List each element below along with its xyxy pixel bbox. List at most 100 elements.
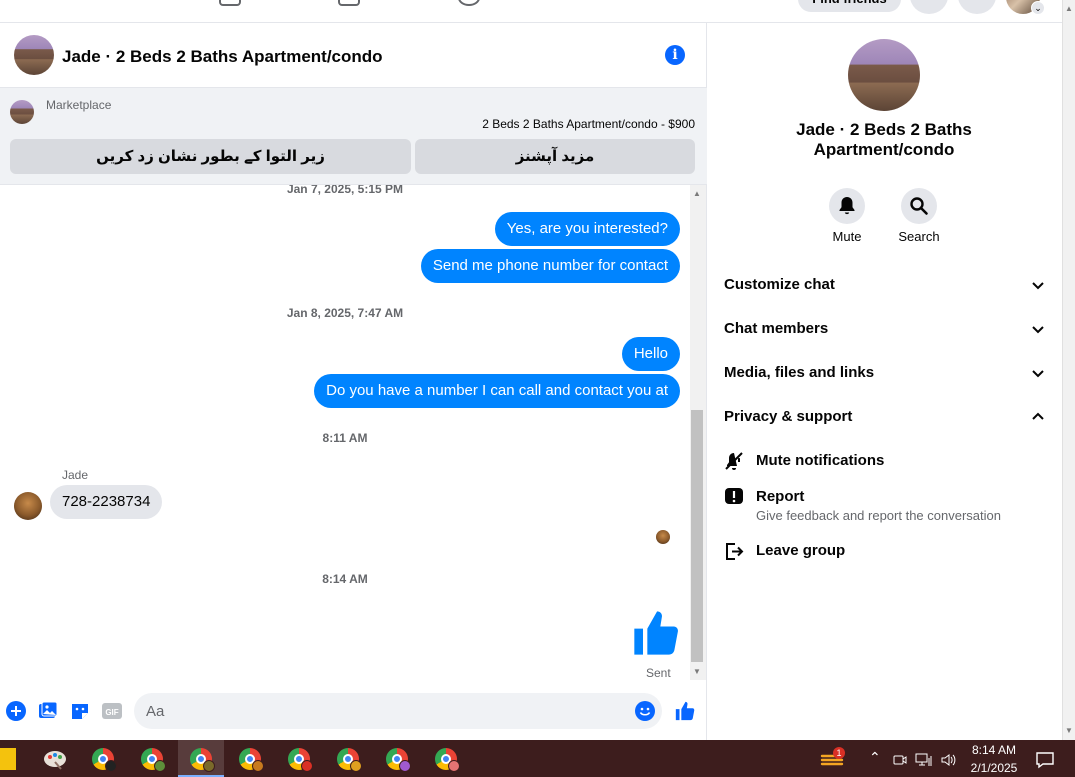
taskbar-chrome[interactable] [374, 740, 420, 777]
bell-icon [839, 197, 855, 215]
window-scrollbar[interactable]: ▲ ▼ [1062, 0, 1075, 740]
details-title: Jade · 2 Beds 2 Baths Apartment/condo [796, 120, 972, 159]
option-label: Mute notifications [756, 452, 885, 469]
thumbs-up-sticker-icon[interactable] [630, 607, 682, 659]
groups-nav-icon[interactable] [338, 0, 360, 6]
listing-thumbnail[interactable] [10, 100, 34, 124]
option-label: Leave group [756, 542, 846, 559]
chat-avatar[interactable] [14, 35, 54, 75]
scrollbar-thumb[interactable] [691, 410, 703, 662]
section-customize-chat[interactable]: Customize chat [724, 273, 1046, 297]
section-privacy-support[interactable]: Privacy & support [724, 405, 1046, 429]
clock-time[interactable]: 8:14 AM [966, 743, 1022, 757]
message-list: Jan 7, 2025, 5:15 PM Yes, are you intere… [0, 185, 690, 680]
profile-badge-icon [252, 760, 264, 772]
profile-badge-icon [105, 760, 117, 772]
weather-widget[interactable]: 1 [820, 747, 845, 768]
leave-group-option[interactable]: Leave group [724, 541, 1046, 563]
timestamp: 8:14 AM [322, 572, 368, 586]
message-status: Sent [646, 666, 671, 680]
option-description: Give feedback and report the conversatio… [756, 508, 1001, 523]
scroll-down-arrow-icon[interactable]: ▼ [692, 667, 702, 676]
incoming-message[interactable]: 728-2238734 [50, 485, 163, 519]
profile-nav-icon[interactable] [458, 0, 480, 6]
taskbar-chrome[interactable] [276, 740, 322, 777]
outgoing-message[interactable]: Yes, are you interested? [494, 212, 680, 246]
clock-date[interactable]: 2/1/2025 [966, 761, 1022, 775]
taskbar-chrome[interactable] [227, 740, 273, 777]
windows-taskbar: 1 ⌃ 8:14 AM 2/1/2025 [0, 740, 1075, 777]
message-scrollbar[interactable]: ▲ ▼ [690, 185, 706, 680]
notifications-button[interactable] [958, 0, 996, 14]
plus-icon[interactable] [6, 701, 26, 721]
like-send-icon[interactable] [674, 700, 696, 722]
section-label: Customize chat [724, 276, 835, 293]
chat-pane: Jade · 2 Beds 2 Baths Apartment/condo i … [0, 23, 707, 740]
scroll-up-arrow-icon[interactable]: ▲ [1064, 4, 1074, 13]
paint-icon [44, 751, 66, 770]
search-button[interactable] [901, 188, 937, 224]
sticky-notes-icon[interactable] [0, 748, 16, 770]
profile-badge-icon [301, 760, 313, 772]
bell-off-icon [725, 452, 743, 470]
section-media-files-links[interactable]: Media, files and links [724, 361, 1046, 385]
section-chat-members[interactable]: Chat members [724, 317, 1046, 341]
taskbar-chrome[interactable] [325, 740, 371, 777]
taskbar-chrome[interactable] [423, 740, 469, 777]
profile-badge-icon [448, 760, 460, 772]
profile-badge-icon [203, 760, 215, 772]
report-icon [725, 488, 743, 504]
scroll-down-arrow-icon[interactable]: ▼ [1064, 726, 1074, 735]
sticker-icon[interactable] [70, 701, 90, 721]
chevron-down-icon [1032, 326, 1044, 334]
photo-icon[interactable] [38, 701, 58, 721]
listing-title[interactable]: 2 Beds 2 Baths Apartment/condo - $900 [482, 117, 695, 131]
sender-avatar[interactable] [14, 492, 42, 520]
section-label: Chat members [724, 320, 829, 337]
chat-title[interactable]: Jade · 2 Beds 2 Baths Apartment/condo [62, 47, 383, 67]
section-label: Privacy & support [724, 408, 853, 425]
svg-text:GIF: GIF [105, 708, 118, 717]
mute-button[interactable] [829, 188, 865, 224]
account-chevron-icon[interactable]: ⌄ [1031, 1, 1045, 15]
taskbar-chrome[interactable] [129, 740, 175, 777]
top-navigation-bar: Find friends ⌄ [0, 0, 1062, 23]
taskbar-app[interactable] [32, 740, 78, 777]
action-center-icon[interactable] [1035, 751, 1055, 769]
emoji-icon[interactable] [635, 701, 655, 721]
camera-icon[interactable] [893, 753, 907, 767]
mute-notifications-option[interactable]: Mute notifications [724, 451, 1046, 473]
outgoing-message[interactable]: Send me phone number for contact [420, 249, 680, 283]
profile-badge-icon [350, 760, 362, 772]
profile-badge-icon [154, 760, 166, 772]
menu-grid-button[interactable] [910, 0, 948, 14]
find-friends-button[interactable]: Find friends [798, 0, 901, 12]
timestamp: 8:11 AM [322, 431, 368, 445]
mark-unread-button[interactable]: زیر التوا کے بطور نشان زد کریں [10, 139, 411, 174]
taskbar-chrome-active[interactable] [178, 740, 224, 777]
report-option[interactable]: Report Give feedback and report the conv… [724, 487, 1046, 527]
notification-badge: 1 [833, 747, 845, 759]
taskbar-chrome[interactable] [80, 740, 126, 777]
outgoing-message[interactable]: Do you have a number I can call and cont… [314, 374, 680, 408]
chevron-down-icon [1032, 370, 1044, 378]
section-label: Media, files and links [724, 364, 875, 381]
mute-label: Mute [832, 229, 862, 244]
marketplace-nav-icon[interactable] [219, 0, 241, 6]
search-icon [910, 197, 928, 215]
conversation-details-pane: Jade · 2 Beds 2 Baths Apartment/condo Mu… [708, 23, 1062, 740]
network-icon[interactable] [915, 752, 933, 768]
read-receipt-avatar [656, 530, 670, 544]
search-label: Search [898, 229, 940, 244]
gif-icon[interactable]: GIF [102, 701, 122, 721]
details-avatar[interactable] [848, 39, 920, 111]
profile-badge-icon [399, 760, 411, 772]
outgoing-message[interactable]: Hello [621, 337, 680, 371]
chevron-up-icon[interactable]: ⌃ [869, 749, 881, 766]
volume-icon[interactable] [940, 752, 958, 768]
message-input[interactable] [134, 693, 662, 729]
sender-name: Jade [62, 468, 89, 482]
scroll-up-arrow-icon[interactable]: ▲ [692, 189, 702, 198]
more-options-button[interactable]: مزید آپشنز [415, 139, 695, 174]
info-icon[interactable]: i [665, 45, 685, 65]
